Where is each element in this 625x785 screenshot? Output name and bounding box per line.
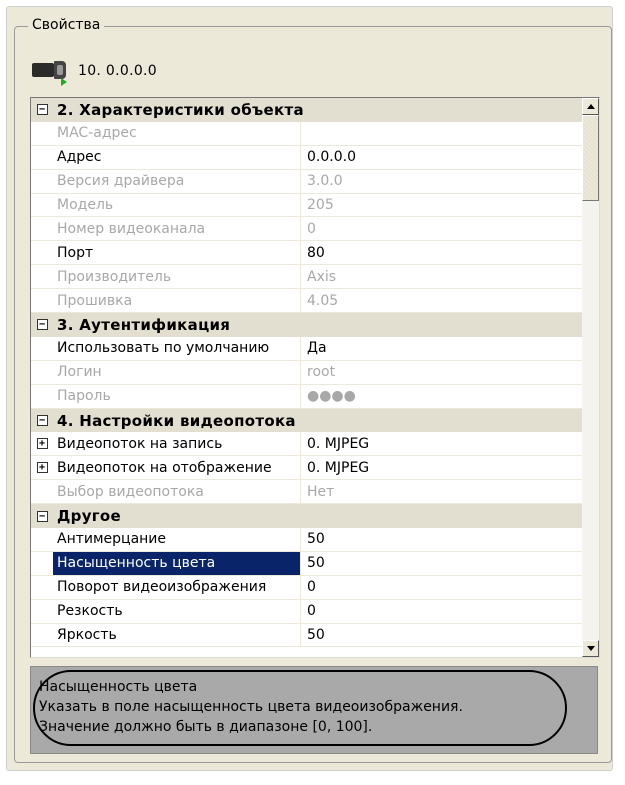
property-name[interactable]: Порт xyxy=(53,241,301,265)
category-label: 4. Настройки видеопотока xyxy=(57,411,296,430)
property-row[interactable]: + Видеопоток на запись 0. MJPEG xyxy=(31,432,582,457)
property-name[interactable]: Версия драйвера xyxy=(53,169,301,193)
property-name[interactable]: Пароль xyxy=(53,384,301,408)
property-name[interactable]: MAC-адрес xyxy=(53,121,301,145)
property-row[interactable]: MAC-адрес xyxy=(31,121,582,146)
scroll-down-button[interactable] xyxy=(582,640,599,657)
property-grid[interactable]: −2. Характеристики объекта MAC-адрес Адрес… xyxy=(30,97,600,658)
property-value: Axis xyxy=(307,268,337,285)
property-row[interactable]: Логин root xyxy=(31,360,582,385)
category-label: 2. Характеристики объекта xyxy=(57,100,304,119)
device-label: 10. 0.0.0.0 xyxy=(78,63,157,79)
property-row[interactable]: + Видеопоток на отображение 0. MJPEG xyxy=(31,456,582,481)
category-s2[interactable]: −2. Характеристики объекта xyxy=(31,98,582,122)
collapse-icon[interactable]: − xyxy=(36,319,48,331)
property-name[interactable]: Поворот видеоизображения xyxy=(53,575,301,599)
property-row[interactable]: Выбор видеопотока Нет xyxy=(31,480,582,505)
property-value: 0 xyxy=(307,220,316,237)
description-text: Указать в поле насыщенность цвета видеои… xyxy=(39,699,463,735)
category-s4[interactable]: −4. Настройки видеопотока xyxy=(31,408,582,433)
property-value[interactable]: Да xyxy=(301,337,327,360)
description-title: Насыщенность цвета xyxy=(39,679,198,695)
property-value[interactable]: 0. MJPEG xyxy=(301,456,369,479)
property-name[interactable]: Выбор видеопотока xyxy=(53,480,301,504)
property-row[interactable]: Насыщенность цвета 50 xyxy=(31,551,582,576)
property-value[interactable]: 50 xyxy=(301,528,325,551)
property-name[interactable]: Адрес xyxy=(53,145,301,169)
property-rows: −2. Характеристики объекта MAC-адрес Адрес… xyxy=(31,98,582,648)
property-name[interactable]: Антимерцание xyxy=(53,528,301,551)
property-name[interactable]: Яркость xyxy=(53,623,301,647)
property-value[interactable]: 0.0.0.0 xyxy=(301,146,356,169)
property-row[interactable]: Резкость 0 xyxy=(31,599,582,624)
property-name[interactable]: Модель xyxy=(53,193,301,217)
property-value[interactable]: 80 xyxy=(301,241,325,264)
scroll-up-button[interactable] xyxy=(582,98,599,115)
property-row[interactable]: Пароль ●●●● xyxy=(31,384,582,409)
property-value: ●●●● xyxy=(307,388,356,405)
property-name[interactable]: Номер видеоканала xyxy=(53,217,301,241)
property-row[interactable]: Использовать по умолчанию Да xyxy=(31,336,582,361)
property-row[interactable]: Яркость 50 xyxy=(31,623,582,648)
expand-icon[interactable]: + xyxy=(36,438,48,450)
property-value: root xyxy=(307,364,336,381)
property-row[interactable]: Версия драйвера 3.0.0 xyxy=(31,169,582,194)
panel-title: Свойства xyxy=(28,17,105,33)
property-row[interactable]: Производитель Axis xyxy=(31,265,582,290)
property-value[interactable]: 0 xyxy=(301,600,316,623)
collapse-icon[interactable]: − xyxy=(36,104,48,116)
expand-icon[interactable]: + xyxy=(36,462,48,474)
property-value[interactable]: 50 xyxy=(301,552,325,575)
camera-icon xyxy=(32,58,72,86)
property-row[interactable]: Порт 80 xyxy=(31,241,582,266)
property-value[interactable]: 50 xyxy=(301,624,325,647)
scroll-thumb[interactable] xyxy=(582,115,599,201)
property-value: Нет xyxy=(307,483,335,500)
property-row[interactable]: Прошивка 4.05 xyxy=(31,289,582,314)
property-value xyxy=(301,122,307,145)
property-name[interactable]: Производитель xyxy=(53,265,301,289)
property-name[interactable]: Логин xyxy=(53,360,301,384)
device-header: 10. 0.0.0.0 xyxy=(32,58,157,86)
property-row[interactable]: Адрес 0.0.0.0 xyxy=(31,145,582,170)
arrow-up-icon xyxy=(586,104,595,109)
category-label: Другое xyxy=(57,507,121,526)
property-value: 3.0.0 xyxy=(307,173,343,190)
property-name[interactable]: Насыщенность цвета xyxy=(53,551,301,575)
vertical-scrollbar[interactable] xyxy=(582,98,599,657)
property-row[interactable]: Номер видеоканала 0 xyxy=(31,217,582,242)
collapse-icon[interactable]: − xyxy=(36,415,48,427)
category-s3[interactable]: −3. Аутентификация xyxy=(31,313,582,337)
category-label: 3. Аутентификация xyxy=(57,315,231,334)
property-name[interactable]: Использовать по умолчанию xyxy=(53,336,301,360)
play-status-icon xyxy=(61,78,67,86)
property-row[interactable]: Модель 205 xyxy=(31,193,582,218)
property-name[interactable]: Видеопоток на отображение xyxy=(53,456,301,480)
arrow-down-icon xyxy=(586,646,595,651)
property-row[interactable]: Поворот видеоизображения 0 xyxy=(31,575,582,600)
property-name[interactable]: Прошивка xyxy=(53,289,301,313)
property-row[interactable]: Антимерцание 50 xyxy=(31,528,582,552)
property-value[interactable]: 0 xyxy=(301,576,316,599)
collapse-icon[interactable]: − xyxy=(36,510,48,522)
property-name[interactable]: Видеопоток на запись xyxy=(53,432,301,456)
property-name[interactable]: Резкость xyxy=(53,599,301,623)
property-value[interactable]: 0. MJPEG xyxy=(301,432,369,455)
property-value: 205 xyxy=(307,197,334,213)
category-s5[interactable]: − Другое xyxy=(31,504,582,529)
property-value: 4.05 xyxy=(307,292,339,309)
description-panel: Насыщенность цвета Указать в поле насыще… xyxy=(30,666,598,754)
